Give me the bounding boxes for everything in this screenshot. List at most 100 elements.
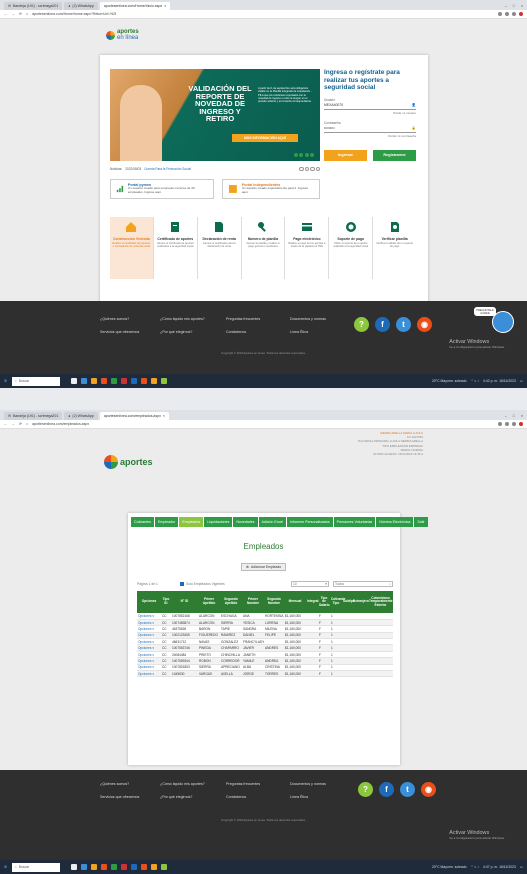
footer-link[interactable]: ¿Por qué elegirnos? — [160, 795, 226, 799]
news-pager-dot[interactable] — [304, 166, 309, 172]
extension-icon[interactable] — [505, 422, 509, 426]
facebook-icon[interactable]: f — [375, 317, 390, 332]
menu-pensiones[interactable]: Pensiones Voluntarias — [333, 517, 376, 527]
chrome-icon[interactable] — [150, 864, 157, 870]
footer-link[interactable]: ¿Cómo liquido mis aportes? — [160, 782, 226, 786]
back-icon[interactable]: ← — [4, 422, 8, 426]
taskview-icon[interactable] — [70, 864, 77, 870]
tray-icons[interactable]: ⌃ ◐ ♪ — [471, 865, 479, 869]
service-soporte-pago[interactable]: Soporte de pago Obtén el soporte de tu ap… — [329, 217, 374, 279]
app-icon[interactable] — [140, 378, 147, 384]
service-pago-electronico[interactable]: Pago electrónico Realice el pago de los a… — [285, 217, 330, 279]
app-icon[interactable] — [120, 864, 127, 870]
minimize-icon[interactable]: – — [505, 414, 507, 418]
menu-nomina[interactable]: Nómina Electrónica — [376, 517, 414, 527]
facebook-icon[interactable]: f — [379, 782, 394, 797]
column-header[interactable]: Colombiano Temporalmente Exterior — [368, 591, 393, 613]
forward-icon[interactable]: → — [12, 12, 16, 16]
column-header[interactable]: Segundo Nombre — [264, 591, 284, 613]
extension-icon[interactable] — [512, 12, 516, 16]
service-construccion[interactable]: Construcción Vivienda Realice el certific… — [110, 217, 154, 279]
twitter-icon[interactable]: t — [396, 317, 411, 332]
row-options-dropdown[interactable]: Opciones ▾ — [137, 670, 161, 678]
maximize-icon[interactable]: □ — [513, 414, 515, 418]
service-numero-planilla[interactable]: Número de planilla Genere la planilla y r… — [242, 217, 286, 279]
footer-link[interactable]: Documentos y normas — [290, 782, 350, 786]
home-icon[interactable]: ⌂ — [26, 12, 28, 16]
maximize-icon[interactable]: □ — [513, 4, 515, 8]
news-pager-dot[interactable] — [315, 166, 320, 172]
footer-link[interactable]: Documentos y normas — [290, 317, 350, 321]
service-declaracion-renta[interactable]: Declaración de renta Genere el certificad… — [198, 217, 242, 279]
footer-link[interactable]: Contáctenos — [226, 795, 290, 799]
login-button[interactable]: Ingresar — [324, 149, 367, 161]
column-header[interactable]: Subtipo — [342, 591, 355, 613]
menu-liquidaciones[interactable]: Liquidaciones — [204, 517, 233, 527]
news-link[interactable]: Cuenta Para la Protección Social — [144, 167, 191, 171]
taskbar-search[interactable]: ⌕ Buscar — [11, 376, 60, 386]
app-icon[interactable] — [160, 378, 167, 384]
tray-icons[interactable]: ⌃ ◐ ♪ — [471, 379, 479, 383]
clock[interactable]: 4:42 p. m. 16/11/2023 — [483, 379, 516, 383]
column-header[interactable]: Primer Nombre — [242, 591, 264, 613]
browser-tab[interactable]: ✉ Bandeja (191) - scrtmega201 — [4, 2, 63, 10]
portal-pymes-card[interactable]: Portal pymes Un espacio creado para empre… — [110, 179, 214, 199]
footer-link[interactable]: Línea Ética — [290, 795, 350, 799]
clock[interactable]: 4:47 p. m. 16/11/2023 — [483, 865, 516, 869]
password-input[interactable]: ••••••••• 🔒 — [324, 125, 416, 133]
news-pager-dot[interactable] — [299, 166, 304, 172]
column-header[interactable]: Tipo ID — [161, 591, 171, 613]
portal-independientes-card[interactable]: Portal independientes Un espacio creado e… — [222, 179, 320, 199]
extension-icon[interactable] — [512, 422, 516, 426]
weather-text[interactable]: 20°C Mayorm. soleado — [432, 379, 467, 383]
extension-icon[interactable] — [505, 12, 509, 16]
app-icon[interactable] — [120, 378, 127, 384]
instagram-icon[interactable]: ◉ — [417, 317, 432, 332]
column-header[interactable]: Cotizante Tipo — [330, 591, 345, 613]
forward-icon[interactable]: → — [12, 422, 16, 426]
browser-tab-active[interactable]: aportesenlinea.com/Home/Inicio.aspx × — [99, 2, 171, 10]
forgot-password-link[interactable]: Olvidé mi contraseña — [324, 134, 416, 138]
footer-link[interactable]: Contáctenos — [226, 330, 290, 334]
table-search-input[interactable]: Todos ⌕ — [333, 581, 393, 587]
folder-icon[interactable] — [90, 378, 97, 384]
service-certificado-aportes[interactable]: Certificado de aportes Genere el certific… — [154, 217, 198, 279]
active-only-checkbox[interactable]: Solo Empleados Vigentes — [179, 582, 225, 586]
notification-icon[interactable]: ▭ — [520, 379, 523, 383]
taskbar-search[interactable]: ⌕ Buscar — [11, 862, 60, 872]
menu-informes[interactable]: Informes Personalizados — [287, 517, 333, 527]
app-icon[interactable] — [100, 378, 107, 384]
browser-tab[interactable]: ● (2) WhatsApp — [64, 2, 98, 10]
help-icon[interactable]: ? — [354, 317, 369, 332]
url-field[interactable]: aportesenlinea.com/Home/home.aspx?Return… — [32, 12, 494, 16]
menu-salir[interactable]: Salir — [414, 517, 428, 527]
close-window-icon[interactable]: × — [521, 4, 523, 8]
footer-link[interactable]: ¿Cómo liquido mis aportes? — [160, 317, 226, 321]
menu-cotizantes[interactable]: Cotizantes — [131, 517, 154, 527]
taskview-icon[interactable] — [70, 378, 77, 384]
column-header[interactable]: Extranjero — [352, 591, 369, 613]
extension-icon[interactable] — [498, 12, 502, 16]
weather-text[interactable]: 20°C Mayorm. soleado — [432, 865, 467, 869]
app-icon[interactable] — [110, 864, 117, 870]
column-header[interactable]: Segundo Apellido — [220, 591, 242, 613]
instagram-icon[interactable]: ◉ — [421, 782, 436, 797]
chat-bubble[interactable]: PREGUNTALE A MAFE — [474, 307, 496, 316]
windows-start-icon[interactable]: ⊞ — [4, 865, 7, 869]
footer-link[interactable]: Servicios que ofrecemos — [100, 795, 160, 799]
carousel-dot[interactable] — [304, 153, 309, 157]
carousel-dot[interactable] — [299, 153, 303, 157]
footer-link[interactable]: Preguntas frecuentes — [226, 782, 290, 786]
page-size-select[interactable]: 10 ▾ — [291, 581, 329, 587]
menu-empleados[interactable]: Empleados — [179, 517, 204, 527]
footer-link[interactable]: ¿Por qué elegirnos? — [160, 330, 226, 334]
column-header[interactable]: Mensual — [284, 591, 306, 613]
extension-icon[interactable] — [498, 422, 502, 426]
url-field[interactable]: aportesenlinea.com/empleados.aspx — [32, 422, 494, 426]
hero-banner[interactable]: VALIDACIÓN DEL REPORTE DE NOVEDAD DE ING… — [110, 69, 320, 161]
chrome-icon[interactable] — [150, 378, 157, 384]
close-icon[interactable]: × — [164, 4, 166, 8]
carousel-dot[interactable] — [310, 153, 314, 157]
browser-tab[interactable]: ✉ Bandeja (191) - scrtmega201 — [4, 412, 63, 420]
minimize-icon[interactable]: – — [505, 4, 507, 8]
